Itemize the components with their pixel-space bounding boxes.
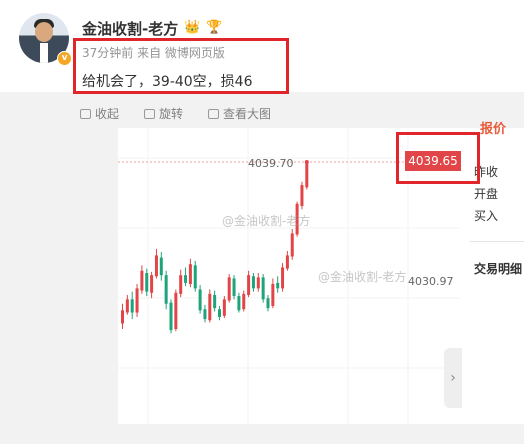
candle-body — [305, 162, 309, 188]
rotate-icon — [144, 108, 155, 119]
candle-body — [227, 277, 231, 301]
candle-body — [188, 264, 192, 284]
view-large-icon — [208, 108, 219, 119]
candle-body — [276, 282, 280, 289]
candle-body — [169, 302, 173, 331]
candle-body — [261, 277, 265, 300]
highlight-box-post — [73, 38, 289, 94]
collapse-label: 收起 — [95, 107, 120, 121]
expand-panel-button[interactable]: › — [444, 348, 462, 408]
candle-body — [193, 265, 197, 289]
candle-body — [218, 309, 221, 317]
quote-title[interactable]: 报价 — [480, 118, 506, 137]
quote-divider — [470, 241, 524, 242]
collapse-icon — [80, 108, 91, 119]
rotate-button[interactable]: 旋转 — [144, 105, 183, 122]
candle-body — [145, 272, 149, 292]
candle-body — [256, 277, 260, 289]
avatar-face — [35, 22, 53, 42]
verified-icon: v — [57, 51, 72, 66]
mid-price-label: 4030.97 — [408, 275, 454, 288]
quote-item: 开盘 — [474, 187, 499, 201]
candle-body — [121, 310, 124, 324]
view-large-label: 查看大图 — [223, 107, 272, 121]
candle-body — [242, 293, 246, 310]
candle-body — [285, 255, 289, 269]
quote-item: 买入 — [474, 209, 499, 223]
chevron-right-icon: › — [450, 370, 456, 386]
candle-body — [184, 275, 188, 283]
candle-body — [174, 292, 178, 330]
candle-body — [300, 185, 304, 206]
image-toolbar: 收起 旋转 查看大图 — [0, 96, 524, 128]
candle-body — [232, 278, 236, 297]
high-price-label: 4039.70 — [248, 157, 294, 170]
candle-body — [290, 233, 294, 257]
candle-body — [281, 267, 285, 289]
candle-body — [266, 298, 270, 309]
high-marker — [304, 160, 309, 164]
candle-body — [237, 296, 241, 311]
candle-body — [135, 288, 139, 313]
candle-body — [150, 275, 154, 293]
candle-body — [222, 299, 226, 316]
candle-body — [203, 309, 207, 320]
candle-body — [213, 294, 217, 309]
candle-body — [208, 293, 212, 321]
author-name[interactable]: 金油收割-老方 — [82, 18, 178, 39]
badge-emoji-icon: 🏆 — [206, 20, 223, 35]
watermark-1: @金油收割-老方 — [222, 214, 311, 228]
candle-body — [125, 299, 129, 313]
candle-body — [159, 257, 163, 276]
candle-body — [247, 275, 251, 295]
candle-body — [251, 276, 255, 289]
trade-details-title[interactable]: 交易明细 — [474, 260, 522, 277]
candle-body — [179, 275, 183, 294]
rotate-label: 旋转 — [159, 107, 184, 121]
avatar-shirt — [40, 43, 48, 63]
candle-body — [154, 255, 158, 277]
collapse-button[interactable]: 收起 — [80, 105, 119, 122]
candle-body — [164, 275, 168, 304]
candle-body — [130, 299, 134, 313]
crown-emoji-icon: 👑 — [184, 20, 201, 35]
watermark-2: @金油收割-老方 — [318, 270, 407, 284]
highlight-box-price — [396, 132, 480, 184]
view-large-button[interactable]: 查看大图 — [208, 105, 271, 122]
candle-body — [140, 270, 144, 291]
candle-body — [271, 283, 275, 306]
candle-body — [198, 289, 202, 311]
